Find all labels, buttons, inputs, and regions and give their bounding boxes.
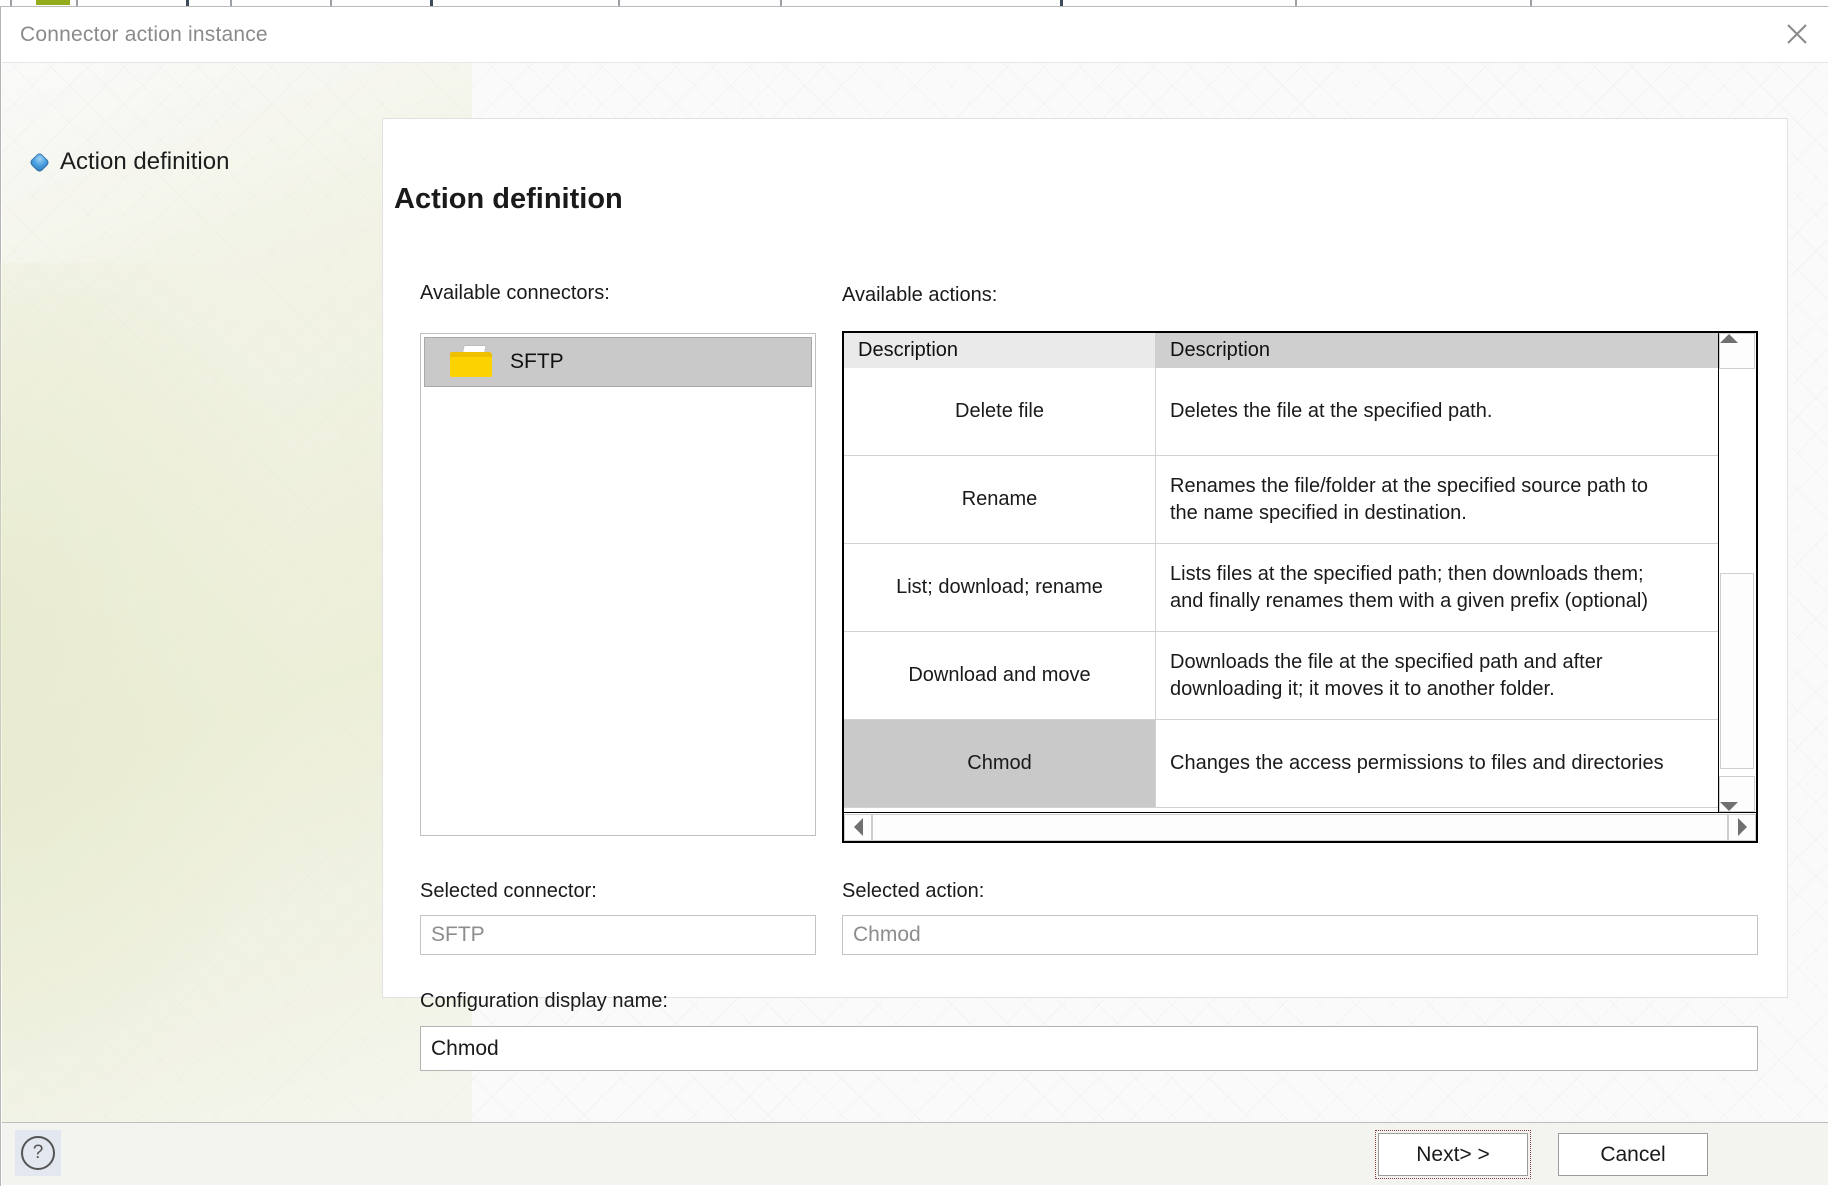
background-app-toolbar-sliver — [0, 0, 1828, 7]
selected-connector-value: SFTP — [431, 923, 485, 946]
action-name: Download and move — [844, 632, 1156, 719]
wizard-step-nav: Action definition — [28, 148, 362, 176]
blue-diamond-bullet-icon — [28, 151, 51, 173]
table-row[interactable]: Rename Renames the file/folder at the sp… — [844, 456, 1738, 544]
scroll-left-arrow-icon[interactable] — [844, 813, 872, 841]
action-description: Deletes the file at the specified path. — [1170, 400, 1493, 423]
table-row[interactable]: List; download; rename Lists files at th… — [844, 544, 1738, 632]
selected-action-value: Chmod — [853, 923, 921, 946]
close-icon[interactable] — [1766, 7, 1828, 61]
action-description: Lists files at the specified path; then … — [1170, 563, 1649, 612]
connector-action-instance-dialog: Connector action instance Action definit… — [0, 7, 1828, 1186]
dialog-titlebar: Connector action instance — [1, 7, 1828, 62]
help-glyph: ? — [21, 1136, 55, 1170]
selected-connector-input[interactable]: SFTP — [420, 915, 816, 955]
available-connectors-list[interactable]: SFTP — [420, 333, 816, 836]
selected-action-label: Selected action: — [842, 880, 985, 902]
action-description: Changes the access permissions to files … — [1156, 720, 1738, 807]
dialog-title: Connector action instance — [20, 23, 268, 46]
background-accent-bar — [36, 0, 70, 5]
selected-action-input[interactable]: Chmod — [842, 915, 1758, 955]
connector-name: SFTP — [510, 350, 564, 373]
selected-connector-label: Selected connector: — [420, 880, 597, 902]
action-name: Chmod — [844, 720, 1156, 807]
column-header-name[interactable]: Description — [844, 333, 1156, 368]
scroll-down-arrow-icon[interactable] — [1719, 776, 1755, 812]
available-connectors-label: Available connectors: — [420, 282, 610, 304]
cancel-button[interactable]: Cancel — [1558, 1133, 1708, 1176]
screen-root: Connector action instance Action definit… — [0, 0, 1828, 1186]
available-actions-table: Description Description Delete file Dele… — [842, 331, 1758, 843]
sidebar-item-label: Action definition — [60, 148, 230, 175]
vertical-scrollbar[interactable] — [1718, 333, 1756, 812]
next-button[interactable]: Next> > — [1375, 1130, 1531, 1179]
action-name: Delete file — [844, 368, 1156, 455]
list-item[interactable]: SFTP — [424, 337, 812, 387]
horizontal-scrollbar-thumb[interactable] — [872, 813, 1728, 841]
column-header-description[interactable]: Description — [1156, 333, 1756, 368]
table-header-row: Description Description — [844, 333, 1756, 368]
action-name: List; download; rename — [844, 544, 1156, 631]
configuration-display-name-value: Chmod — [431, 1036, 499, 1060]
scroll-up-arrow-icon[interactable] — [1719, 333, 1755, 369]
available-actions-label: Available actions: — [842, 284, 998, 306]
action-description: Renames the file/folder at the specified… — [1170, 475, 1649, 524]
table-row[interactable]: Delete file Deletes the file at the spec… — [844, 368, 1738, 456]
configuration-display-name-input[interactable]: Chmod — [420, 1026, 1758, 1071]
action-name: Rename — [844, 456, 1156, 543]
dialog-footer: ? Next> > Cancel — [2, 1122, 1828, 1185]
action-description: Downloads the file at the specified path… — [1170, 651, 1603, 700]
horizontal-scrollbar[interactable] — [844, 812, 1756, 841]
configuration-display-name-label: Configuration display name: — [420, 990, 668, 1012]
dialog-body: Action definition Action definition Avai… — [0, 62, 1828, 1163]
horizontal-scrollbar-track[interactable] — [872, 813, 1728, 841]
vertical-scrollbar-thumb[interactable] — [1720, 573, 1754, 769]
page-title: Action definition — [394, 183, 623, 215]
table-row[interactable]: Download and move Downloads the file at … — [844, 632, 1738, 720]
sidebar-item-action-definition[interactable]: Action definition — [28, 148, 362, 176]
folder-icon — [449, 345, 495, 379]
table-body: Delete file Deletes the file at the spec… — [844, 368, 1738, 812]
help-question-icon[interactable]: ? — [15, 1130, 61, 1176]
scroll-right-arrow-icon[interactable] — [1728, 813, 1756, 841]
table-row[interactable]: Chmod Changes the access permissions to … — [844, 720, 1738, 808]
